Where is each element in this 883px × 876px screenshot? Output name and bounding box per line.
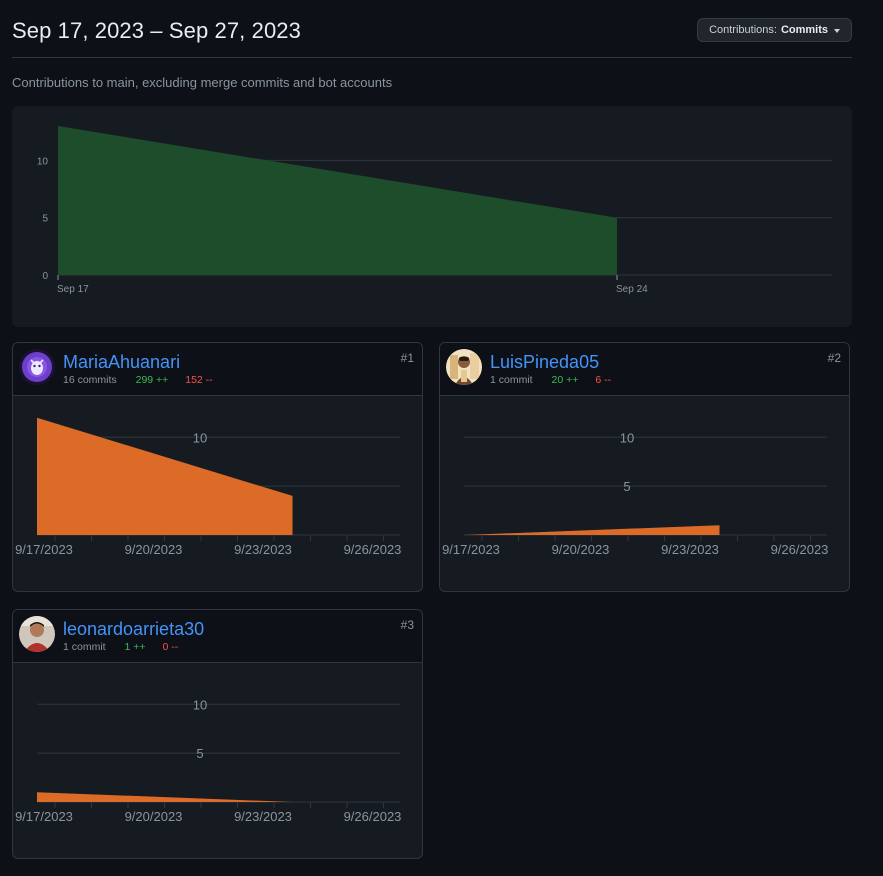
contributor-chart: 5 10 9/17/2023 9/20/2023 9/23/2023 9/26/2023 (15, 697, 402, 824)
page-header: Sep 17, 2023 – Sep 27, 2023 Contribution… (12, 0, 852, 58)
contributions-value: Commits (780, 24, 828, 36)
additions-count: 20 ++ (551, 374, 579, 386)
contributor-card-3: leonardoarrieta30 1 commit 1 ++ 0 -- #3 … (12, 609, 423, 859)
x-tick-label: 9/20/2023 (125, 809, 183, 824)
username-link[interactable]: MariaAhuanari (63, 352, 180, 373)
contributions-dropdown-button[interactable]: Contributions: Commits (697, 18, 852, 42)
contributor-card-header: leonardoarrieta30 1 commit 1 ++ 0 -- #3 (13, 610, 422, 663)
x-tick-label: 9/17/2023 (442, 542, 500, 557)
contributions-label: Contributions: (709, 24, 777, 36)
x-tick-label: 9/26/2023 (771, 542, 829, 557)
contributor-stats: 1 commit 1 ++ 0 -- (63, 641, 178, 653)
y-tick-label: 5 (42, 214, 48, 225)
contributor-stats: 1 commit 20 ++ 6 -- (490, 374, 611, 386)
deletions-count: 152 -- (185, 374, 213, 386)
username-link[interactable]: LuisPineda05 (490, 352, 599, 373)
deletions-count: 6 -- (595, 374, 612, 386)
y-tick-label: 5 (623, 479, 630, 494)
additions-count: 299 ++ (135, 374, 169, 386)
avatar[interactable] (19, 616, 55, 652)
rank-badge: #3 (400, 618, 414, 632)
x-tick-label: 9/20/2023 (552, 542, 610, 557)
avatar[interactable] (446, 349, 482, 385)
caret-down-icon (834, 28, 840, 33)
contributor-card-header: LuisPineda05 1 commit 20 ++ 6 -- #2 (440, 343, 849, 396)
x-tick-label: Sep 24 (616, 284, 648, 295)
x-tick-label: 9/26/2023 (344, 809, 402, 824)
x-tick-label: 9/23/2023 (234, 809, 292, 824)
contributor-chart: 5 10 9/17/2023 9/20/2023 9/23/2023 9/26/2023 (442, 430, 829, 557)
contribution-area (464, 525, 720, 535)
contribution-area (37, 792, 293, 802)
rank-badge: #1 (400, 351, 414, 365)
contributor-chart: 5109/17/20239/20/20239/23/20239/26/2023 (15, 417, 402, 557)
rank-badge: #2 (827, 351, 841, 365)
overview-chart: 0 5 10 Sep 17 Sep 24 (12, 106, 852, 327)
additions-count: 1 ++ (124, 641, 146, 653)
y-tick-label: 10 (37, 156, 49, 167)
x-tick-label: Sep 17 (57, 284, 89, 295)
y-tick-label: 10 (193, 697, 207, 712)
y-tick-label: 10 (620, 430, 634, 445)
x-tick-label: 9/17/2023 (15, 809, 73, 824)
commit-count: 16 commits (63, 374, 117, 386)
overview-area (58, 126, 617, 275)
x-tick-label: 9/17/2023 (15, 542, 73, 557)
y-tick-label: 10 (193, 430, 207, 445)
x-tick-label: 9/23/2023 (661, 542, 719, 557)
commit-count: 1 commit (490, 374, 533, 386)
contribution-area (37, 417, 293, 535)
commit-count: 1 commit (63, 641, 106, 653)
contributor-card-2: LuisPineda05 1 commit 20 ++ 6 -- #2 5 10 9… (439, 342, 850, 592)
contributor-card-header: MariaAhuanari 16 commits 299 ++ 152 -- #… (13, 343, 422, 396)
avatar[interactable] (19, 349, 55, 385)
x-tick-label: 9/23/2023 (234, 542, 292, 557)
date-range-title: Sep 17, 2023 – Sep 27, 2023 (12, 18, 301, 43)
overview-chart-svg: 0 5 10 Sep 17 Sep 24 (37, 126, 832, 295)
page-subtitle: Contributions to main, excluding merge c… (12, 75, 393, 90)
deletions-count: 0 -- (162, 641, 179, 653)
username-link[interactable]: leonardoarrieta30 (63, 619, 204, 640)
x-tick-label: 9/26/2023 (344, 542, 402, 557)
contributor-card-1: MariaAhuanari 16 commits 299 ++ 152 -- #… (12, 342, 423, 592)
y-tick-label: 0 (42, 271, 48, 282)
contributor-stats: 16 commits 299 ++ 152 -- (63, 374, 213, 386)
x-tick-label: 9/20/2023 (125, 542, 183, 557)
y-tick-label: 5 (196, 746, 203, 761)
